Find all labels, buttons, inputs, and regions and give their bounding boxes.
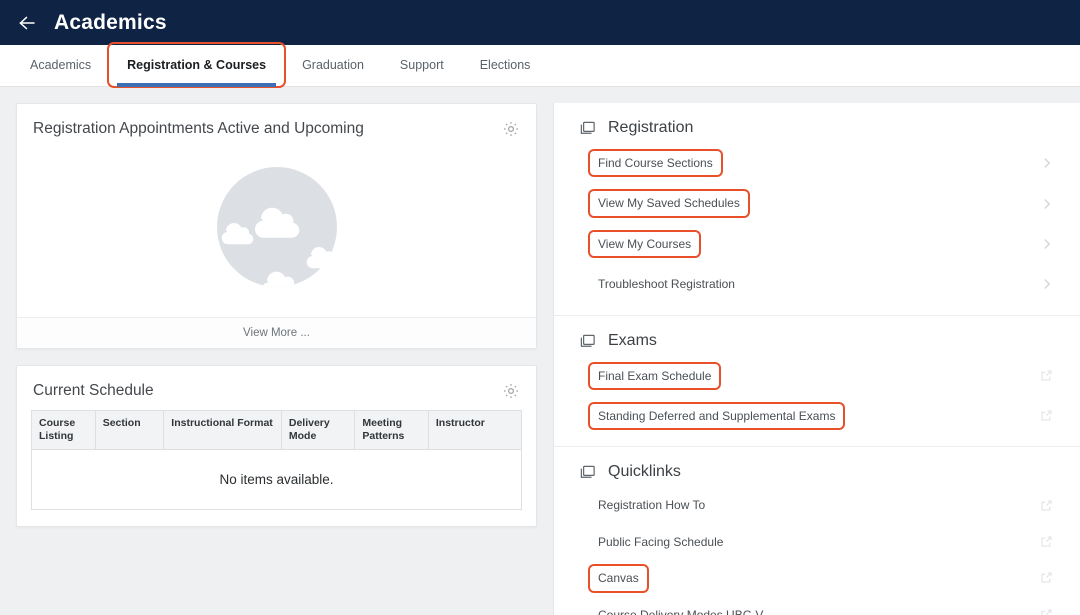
gear-icon[interactable] [502, 120, 520, 138]
link-label: Find Course Sections [590, 151, 721, 175]
tab-support[interactable]: Support [382, 44, 462, 86]
link-troubleshoot-registration[interactable]: Troubleshoot Registration [578, 264, 1056, 304]
link-label: Public Facing Schedule [590, 530, 731, 554]
link-label: Registration How To [590, 493, 713, 517]
chevron-right-icon [1040, 237, 1054, 251]
link-view-my-saved-schedules[interactable]: View My Saved Schedules [578, 183, 1056, 223]
tab-academics[interactable]: Academics [12, 44, 109, 86]
empty-state [17, 142, 536, 317]
external-link-icon [1040, 571, 1054, 585]
cloud-empty-state-icon [217, 167, 337, 292]
tab-label: Registration & Courses [127, 58, 266, 72]
schedule-table: Course Listing Section Instructional For… [31, 410, 522, 510]
external-link-icon [1040, 369, 1054, 383]
page-title: Academics [54, 11, 167, 35]
tab-graduation[interactable]: Graduation [284, 44, 382, 86]
app-header: Academics [0, 0, 1080, 45]
tab-label: Elections [480, 58, 531, 72]
link-label: Canvas [590, 566, 647, 590]
column-header-course-listing: Course Listing [32, 411, 96, 450]
table-header-row: Course Listing Section Instructional For… [32, 411, 522, 450]
link-public-facing-schedule[interactable]: Public Facing Schedule [578, 524, 1056, 560]
link-view-my-courses[interactable]: View My Courses [578, 224, 1056, 264]
link-final-exam-schedule[interactable]: Final Exam Schedule [578, 356, 1056, 396]
link-standing-deferred-and-supplemental-exams[interactable]: Standing Deferred and Supplemental Exams [578, 396, 1056, 436]
link-label: View My Saved Schedules [590, 191, 748, 215]
windows-stack-icon [578, 119, 596, 137]
tab-registration-and-courses[interactable]: Registration & Courses [109, 44, 284, 86]
tab-label: Academics [30, 58, 91, 72]
tab-elections[interactable]: Elections [462, 44, 549, 86]
section-title: Registration [608, 119, 693, 137]
windows-stack-icon [578, 463, 596, 481]
link-label: Final Exam Schedule [590, 364, 719, 388]
section-title: Exams [608, 332, 657, 350]
chevron-right-icon [1040, 277, 1054, 291]
link-label: Standing Deferred and Supplemental Exams [590, 404, 843, 428]
arrow-left-icon [17, 13, 37, 33]
external-link-icon [1040, 409, 1054, 423]
section-title: Quicklinks [608, 463, 681, 481]
column-header-section: Section [95, 411, 164, 450]
link-find-course-sections[interactable]: Find Course Sections [578, 143, 1056, 183]
column-header-instructional-format: Instructional Format [164, 411, 282, 450]
chevron-right-icon [1040, 197, 1054, 211]
empty-table-message: No items available. [32, 450, 522, 510]
gear-icon[interactable] [502, 382, 520, 400]
schedule-table-wrapper: Course Listing Section Instructional For… [17, 404, 536, 526]
left-column: Registration Appointments Active and Upc… [0, 103, 553, 615]
page-content: Registration Appointments Active and Upc… [0, 87, 1080, 615]
card-title: Registration Appointments Active and Upc… [33, 120, 364, 138]
link-label: Troubleshoot Registration [590, 272, 743, 296]
column-header-delivery-mode: Delivery Mode [281, 411, 355, 450]
link-label: Course Delivery Modes UBC-V [590, 603, 771, 615]
tab-bar: Academics Registration & Courses Graduat… [0, 45, 1080, 87]
link-label: View My Courses [590, 232, 699, 256]
link-course-delivery-modes-ubc-v[interactable]: Course Delivery Modes UBC-V [578, 597, 1056, 615]
link-registration-how-to[interactable]: Registration How To [578, 487, 1056, 523]
section-exams: Exams Final Exam Schedule [554, 315, 1080, 447]
external-link-icon [1040, 535, 1054, 549]
page-root: Academics Academics Registration & Cours… [0, 0, 1080, 615]
current-schedule-card: Current Schedule Course Listing [16, 365, 537, 527]
tab-label: Support [400, 58, 444, 72]
external-link-icon [1040, 608, 1054, 615]
windows-stack-icon [578, 332, 596, 350]
card-title: Current Schedule [33, 382, 154, 400]
right-column: Registration Find Course Sections View M… [553, 103, 1080, 615]
quick-tasks-panel: Registration Find Course Sections View M… [553, 103, 1080, 615]
section-registration: Registration Find Course Sections View M… [554, 103, 1080, 315]
card-header: Registration Appointments Active and Upc… [17, 104, 536, 142]
back-button[interactable] [14, 10, 40, 36]
section-header: Exams [578, 332, 1056, 350]
chevron-right-icon [1040, 156, 1054, 170]
section-quicklinks: Quicklinks Registration How To Public Fa [554, 446, 1080, 615]
card-header: Current Schedule [17, 366, 536, 404]
tab-label: Graduation [302, 58, 364, 72]
link-canvas[interactable]: Canvas [578, 560, 1056, 596]
section-header: Quicklinks [578, 463, 1056, 481]
external-link-icon [1040, 499, 1054, 513]
section-header: Registration [578, 119, 1056, 137]
column-header-instructor: Instructor [428, 411, 521, 450]
registration-appointments-card: Registration Appointments Active and Upc… [16, 103, 537, 349]
column-header-meeting-patterns: Meeting Patterns [355, 411, 429, 450]
view-more-button[interactable]: View More ... [17, 317, 536, 348]
table-row: No items available. [32, 450, 522, 510]
